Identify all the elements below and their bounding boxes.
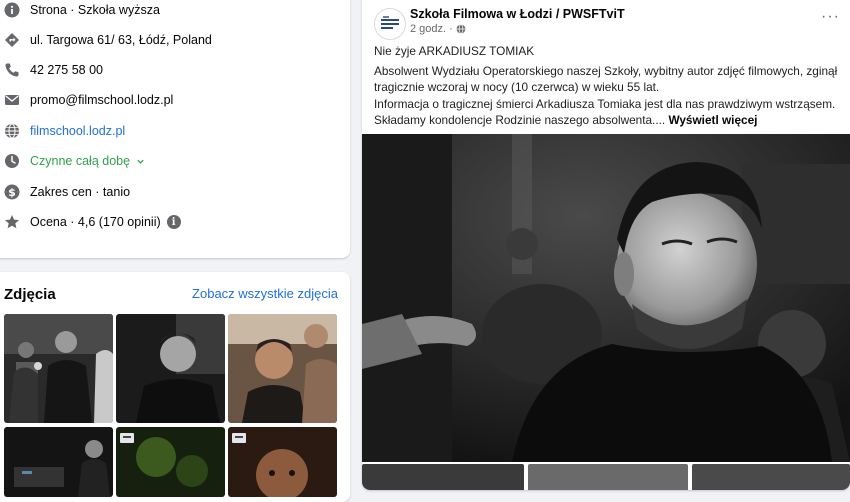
- location-icon: [4, 32, 20, 48]
- website-row[interactable]: filmschool.lodz.pl: [4, 121, 125, 141]
- photo-thumbnail[interactable]: [4, 314, 113, 423]
- dollar-icon: $: [4, 184, 20, 200]
- star-icon: [4, 214, 20, 230]
- clock-icon: [4, 153, 20, 169]
- svg-text:$: $: [8, 186, 16, 199]
- post-photo-thumbnail[interactable]: [528, 464, 688, 490]
- category-text: Strona · Szkoła wyższa: [30, 3, 160, 17]
- post-card: Szkoła Filmowa w Łodzi / PWSFTviT 2 godz…: [362, 0, 850, 490]
- website-link[interactable]: filmschool.lodz.pl: [30, 124, 125, 138]
- rating-row[interactable]: Ocena · 4,6 (170 opinii) i: [4, 212, 181, 232]
- post-paragraph-1: Absolwent Wydziału Operatorskiego naszej…: [374, 64, 838, 94]
- photo-thumbnail[interactable]: [228, 314, 337, 423]
- photo-thumbnail[interactable]: [116, 427, 225, 497]
- hours-row[interactable]: Czynne całą dobę: [4, 151, 145, 171]
- globe-icon: [456, 24, 466, 34]
- photo-thumbnail[interactable]: [4, 427, 113, 497]
- price-row: $ Zakres cen · tanio: [4, 182, 130, 202]
- see-all-photos-link[interactable]: Zobacz wszystkie zdjęcia: [192, 286, 338, 301]
- post-photo-thumbnail[interactable]: [692, 464, 850, 490]
- email-icon: [4, 92, 20, 108]
- phone-text[interactable]: 42 275 58 00: [30, 63, 103, 77]
- email-row[interactable]: promo@filmschool.lodz.pl: [4, 90, 173, 110]
- post-author[interactable]: Szkoła Filmowa w Łodzi / PWSFTviT: [410, 7, 625, 21]
- address-text[interactable]: ul. Targowa 61/ 63, Łódź, Poland: [30, 33, 212, 47]
- hours-text[interactable]: Czynne całą dobę: [30, 154, 130, 168]
- email-text[interactable]: promo@filmschool.lodz.pl: [30, 93, 173, 107]
- price-text: Zakres cen · tanio: [30, 185, 131, 199]
- category-row: Strona · Szkoła wyższa: [4, 0, 160, 20]
- post-paragraph-2-wrap: Informacja o tragicznej śmierci Arkadius…: [374, 96, 838, 128]
- page-avatar[interactable]: [374, 8, 406, 40]
- intro-card: Strona · Szkoła wyższa ul. Targowa 61/ 6…: [0, 0, 350, 258]
- post-time[interactable]: 2 godz.: [410, 23, 446, 35]
- address-row[interactable]: ul. Targowa 61/ 63, Łódź, Poland: [4, 30, 212, 50]
- photo-thumbnail[interactable]: [116, 314, 225, 423]
- phone-icon: [4, 62, 20, 78]
- photos-title: Zdjęcia: [4, 286, 56, 303]
- rating-info-icon[interactable]: i: [166, 215, 181, 229]
- post-paragraph-2: Informacja o tragicznej śmierci Arkadius…: [374, 97, 836, 127]
- more-options-icon[interactable]: ···: [821, 8, 840, 26]
- photos-card: Zdjęcia Zobacz wszystkie zdjęcia: [0, 272, 350, 502]
- chevron-down-icon[interactable]: [136, 157, 145, 166]
- see-more-link[interactable]: Wyświetl więcej: [668, 113, 757, 127]
- post-photo-thumbnail[interactable]: [362, 464, 524, 490]
- post-headline: Nie żyje ARKADIUSZ TOMIAK: [374, 44, 535, 58]
- info-icon: [4, 2, 20, 18]
- post-meta: 2 godz. ·: [410, 23, 466, 35]
- rating-text[interactable]: Ocena · 4,6 (170 opinii): [30, 215, 161, 229]
- photo-thumbnail[interactable]: [228, 427, 337, 497]
- globe-icon: [4, 123, 20, 139]
- post-photo[interactable]: [362, 134, 850, 462]
- phone-row[interactable]: 42 275 58 00: [4, 60, 103, 80]
- meta-separator: ·: [449, 23, 453, 35]
